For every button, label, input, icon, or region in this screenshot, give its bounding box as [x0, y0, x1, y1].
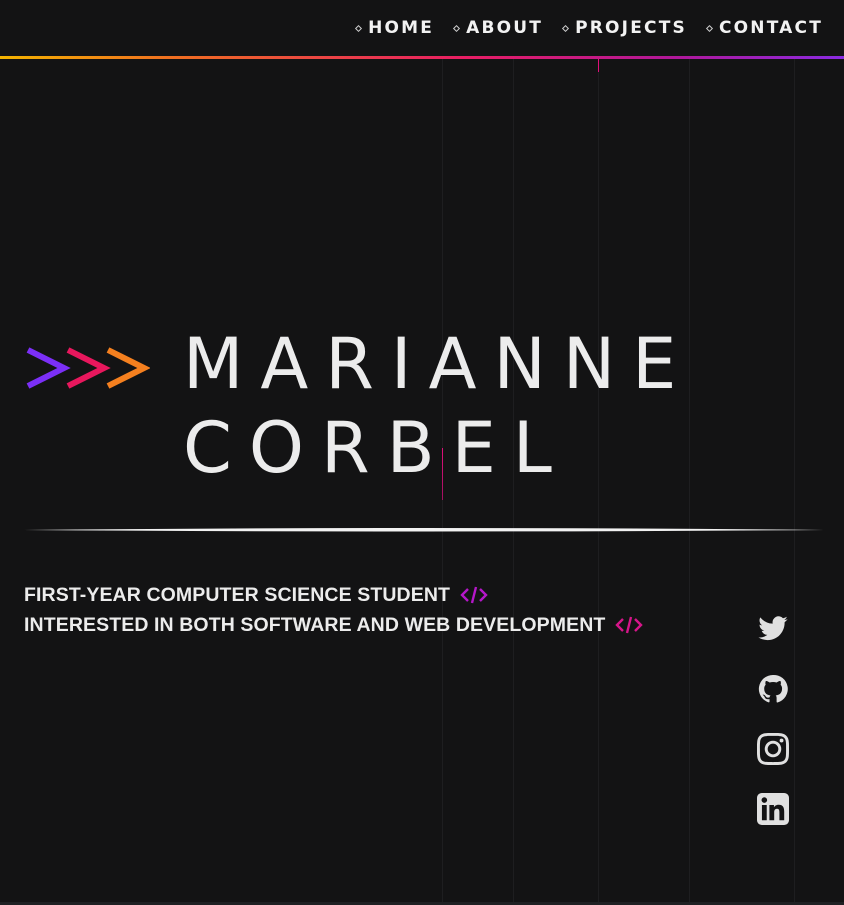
- code-brackets-icon: [460, 586, 488, 604]
- nav-item-label: CONTACT: [718, 18, 823, 38]
- tagline-text: INTERESTED IN BOTH SOFTWARE AND WEB DEVE…: [24, 613, 606, 636]
- hero-taglines: FIRST-YEAR COMPUTER SCIENCE STUDENT INTE…: [24, 580, 644, 640]
- diamond-bullet-icon: [355, 24, 363, 32]
- last-name: CORBEL: [183, 407, 569, 489]
- tagline-text: FIRST-YEAR COMPUTER SCIENCE STUDENT: [24, 583, 451, 606]
- nav-item-contact[interactable]: CONTACT: [705, 18, 823, 38]
- hero-divider: [24, 528, 824, 532]
- accent-line: [598, 58, 599, 72]
- diamond-bullet-icon: [705, 24, 713, 32]
- github-link[interactable]: [756, 672, 790, 706]
- nav-item-about[interactable]: ABOUT: [453, 18, 544, 38]
- code-brackets-icon: [615, 616, 644, 634]
- prompt-chevrons-icon: [26, 347, 150, 389]
- nav-item-home[interactable]: HOME: [355, 18, 435, 38]
- nav-gradient-underline: [0, 56, 844, 59]
- tagline: FIRST-YEAR COMPUTER SCIENCE STUDENT: [24, 580, 643, 610]
- diamond-bullet-icon: [562, 24, 570, 32]
- diamond-bullet-icon: [453, 24, 461, 32]
- nav-item-projects[interactable]: PROJECTS: [562, 18, 687, 38]
- linkedin-icon: [757, 793, 789, 825]
- portfolio-page: HOME ABOUT PROJECTS CONTACT MARIANNE COR…: [0, 0, 844, 905]
- instagram-link[interactable]: [756, 732, 790, 766]
- nav-item-label: PROJECTS: [575, 18, 687, 38]
- tagline: INTERESTED IN BOTH SOFTWARE AND WEB DEVE…: [24, 610, 644, 640]
- nav-item-label: ABOUT: [466, 18, 544, 38]
- twitter-link[interactable]: [756, 612, 790, 646]
- top-navigation: HOME ABOUT PROJECTS CONTACT: [336, 0, 823, 56]
- nav-item-label: HOME: [368, 18, 435, 38]
- social-links: [756, 612, 790, 852]
- hero-name: MARIANNE CORBEL: [183, 322, 693, 490]
- linkedin-link[interactable]: [756, 792, 790, 826]
- first-name: MARIANNE: [183, 323, 694, 405]
- github-icon: [758, 674, 788, 703]
- twitter-icon: [758, 616, 788, 641]
- instagram-icon: [757, 733, 789, 765]
- background-grid-line: [794, 58, 795, 905]
